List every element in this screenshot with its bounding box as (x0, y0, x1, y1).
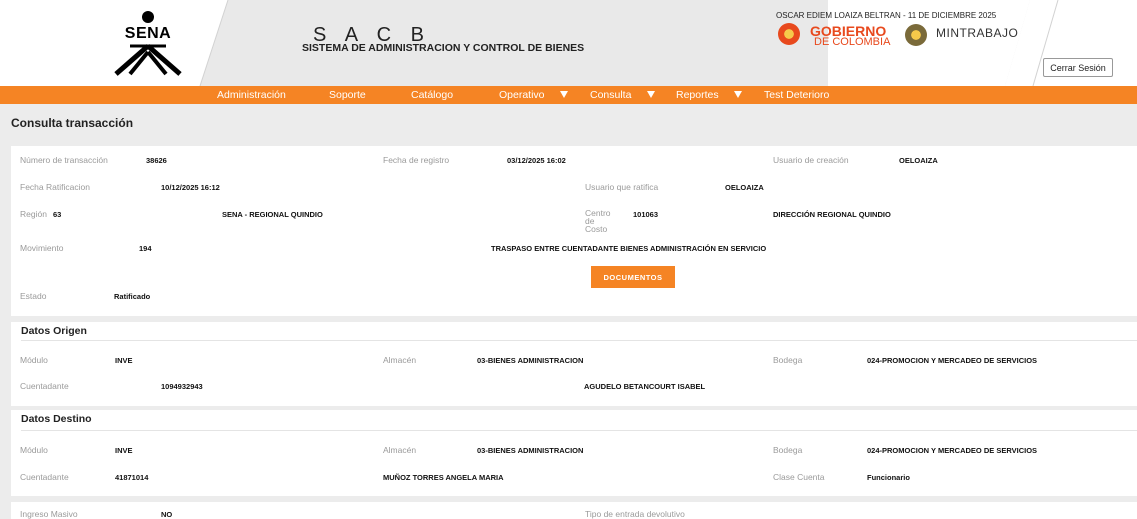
sena-logo-mark (114, 11, 182, 76)
estado-value: Ratificado (114, 292, 151, 301)
origen-almacen-value: 03-BIENES ADMINISTRACION (477, 356, 584, 365)
nav-test-deterioro[interactable]: Test Deterioro (764, 89, 829, 101)
origen-bodega-value: 024-PROMOCION Y MERCADEO DE SERVICIOS (867, 356, 1038, 365)
datos-destino-title: Datos Destino (21, 413, 92, 425)
datos-origen-title: Datos Origen (21, 325, 87, 337)
nav-administracion[interactable]: Administración (217, 89, 286, 101)
destino-cuentadante-id: 41871014 (115, 473, 149, 482)
destino-almacen-value: 03-BIENES ADMINISTRACION (477, 446, 584, 455)
region-name: SENA - REGIONAL QUINDIO (222, 210, 323, 219)
origen-bodega-label: Bodega (773, 355, 803, 365)
movimiento-description: TRASPASO ENTRE CUENTADANTE BIENES ADMINI… (491, 244, 767, 253)
mintrabajo-seal-icon (905, 24, 927, 46)
extra-panel: Ingreso Masivo NO Tipo de entrada devolu… (11, 502, 1137, 519)
nav-operativo[interactable]: Operativo (499, 89, 545, 101)
movimiento-label: Movimiento (20, 243, 64, 253)
numero-transaccion-label: Número de transacción (20, 155, 108, 165)
usuario-ratifica-label: Usuario que ratifica (585, 182, 659, 192)
destino-clase-cuenta-value: Funcionario (867, 473, 910, 482)
fecha-ratificacion-value: 10/12/2025 16:12 (161, 183, 220, 192)
nav-consulta[interactable]: Consulta (590, 89, 631, 101)
section-divider (21, 340, 1137, 341)
logout-button[interactable]: Cerrar Sesión (1043, 58, 1113, 77)
origen-almacen-label: Almacén (383, 355, 417, 365)
mintrabajo-text: MINTRABAJO (936, 26, 1019, 40)
estado-label: Estado (20, 291, 47, 301)
destino-modulo-value: INVE (115, 446, 133, 455)
destino-cuentadante-name: MUÑOZ TORRES ANGELA MARIA (383, 473, 504, 482)
operativo-caret-down-icon[interactable] (560, 91, 568, 98)
destino-almacen-label: Almacén (383, 445, 417, 455)
ingreso-masivo-value: NO (161, 510, 173, 519)
fecha-registro-value: 03/12/2025 16:02 (507, 156, 566, 165)
region-code: 63 (53, 210, 62, 219)
app-header: SENA S A C B SISTEMA DE ADMINISTRACION Y… (0, 0, 1137, 86)
origen-cuentadante-label: Cuentadante (20, 381, 69, 391)
origen-modulo-label: Módulo (20, 355, 48, 365)
reportes-caret-down-icon[interactable] (734, 91, 742, 98)
transaction-panel: Número de transacción 38626 Fecha de reg… (11, 146, 1137, 316)
usuario-ratifica-value: OELOAIZA (725, 183, 764, 192)
destino-cuentadante-label: Cuentadante (20, 472, 69, 482)
nav-catalogo[interactable]: Catálogo (411, 89, 453, 101)
documentos-button[interactable]: DOCUMENTOS (591, 266, 675, 288)
movimiento-code: 194 (139, 244, 152, 253)
centro-costo-label-3: Costo (585, 224, 608, 234)
tipo-entrada-label: Tipo de entrada devolutivo (585, 509, 685, 519)
app-subtitle: SISTEMA DE ADMINISTRACION Y CONTROL DE B… (302, 42, 585, 54)
fecha-registro-label: Fecha de registro (383, 155, 450, 165)
origen-cuentadante-name: AGUDELO BETANCOURT ISABEL (584, 382, 706, 391)
sena-logo: SENA (106, 10, 190, 76)
datos-origen-panel: Datos Origen Módulo INVE Almacén 03-BIEN… (11, 322, 1137, 406)
numero-transaccion-value: 38626 (146, 156, 167, 165)
datos-destino-panel: Datos Destino Módulo INVE Almacén 03-BIE… (11, 410, 1137, 496)
destino-clase-cuenta-label: Clase Cuenta (773, 472, 825, 482)
ingreso-masivo-label: Ingreso Masivo (20, 509, 78, 519)
centro-costo-code: 101063 (633, 210, 659, 219)
destino-bodega-value: 024-PROMOCION Y MERCADEO DE SERVICIOS (867, 446, 1038, 455)
colombia-seal-icon (778, 23, 800, 45)
nav-soporte[interactable]: Soporte (329, 89, 366, 101)
usuario-creacion-value: OELOAIZA (899, 156, 938, 165)
origen-cuentadante-id: 1094932943 (161, 382, 203, 391)
destino-bodega-label: Bodega (773, 445, 803, 455)
user-date-line: OSCAR EDIEM LOAIZA BELTRAN - 11 DE DICIE… (776, 11, 997, 20)
nav-reportes[interactable]: Reportes (676, 89, 719, 101)
origen-modulo-value: INVE (115, 356, 133, 365)
main-nav: Administración Soporte Catálogo Operativ… (0, 86, 1137, 104)
consulta-caret-down-icon[interactable] (647, 91, 655, 98)
centro-costo-name: DIRECCIÓN REGIONAL QUINDIO (773, 210, 891, 219)
destino-modulo-label: Módulo (20, 445, 48, 455)
de-colombia-text: DE COLOMBIA (814, 36, 891, 48)
fecha-ratificacion-label: Fecha Ratificacion (20, 182, 90, 192)
sena-wordmark: SENA (124, 25, 172, 42)
page-title: Consulta transacción (11, 116, 134, 130)
region-label: Región (20, 209, 47, 219)
usuario-creacion-label: Usuario de creación (773, 155, 849, 165)
section-divider (21, 430, 1137, 431)
